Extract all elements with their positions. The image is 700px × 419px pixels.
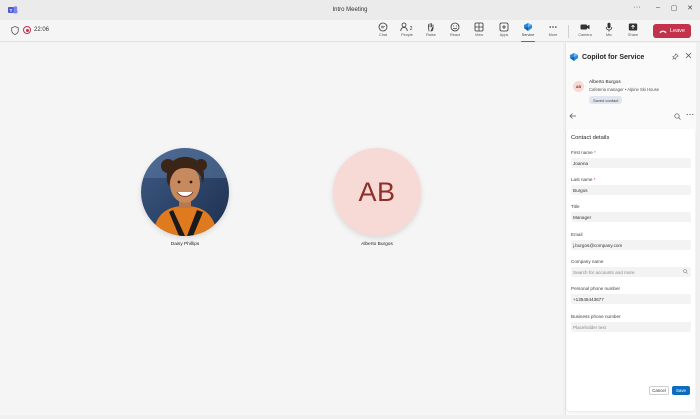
raise-label: Raise: [426, 33, 436, 37]
pin-icon[interactable]: [672, 53, 679, 60]
title-label: Title: [571, 204, 580, 209]
chat-icon: [378, 22, 388, 32]
panel-header: Copilot for Service: [566, 43, 697, 71]
personal-phone-field-group: Personal phone number +13545443677: [571, 286, 691, 304]
first-name-label: First name *: [571, 150, 596, 155]
more-options-icon[interactable]: ···: [632, 4, 642, 11]
personal-phone-input[interactable]: +13545443677: [571, 294, 691, 304]
company-name-label: Company name: [571, 259, 604, 264]
view-button[interactable]: View: [468, 22, 490, 41]
share-icon: [628, 23, 638, 31]
participant-initials-avatar: AB: [333, 148, 421, 236]
contact-summary: AB Alberto Burgos Cafeteria manager • Al…: [566, 77, 697, 107]
participant-tile-alberto[interactable]: AB Alberto Burgos: [333, 148, 421, 247]
mic-label: Mic: [606, 33, 612, 37]
first-name-input[interactable]: Joanna: [571, 158, 691, 168]
view-label: View: [474, 33, 484, 37]
title-input[interactable]: Manager: [571, 212, 691, 222]
business-phone-label: Business phone number: [571, 314, 621, 319]
people-count: 2: [410, 26, 413, 32]
people-button[interactable]: 2 People: [396, 22, 418, 41]
apps-icon: [499, 22, 509, 32]
leave-button[interactable]: Leave: [653, 24, 691, 38]
first-name-field-group: First name * Joanna: [571, 150, 691, 168]
shield-icon: [11, 26, 19, 35]
leave-label: Leave: [670, 28, 685, 34]
participant-photo-image: [141, 148, 229, 236]
company-name-placeholder: Search for accounts and more: [573, 269, 635, 275]
share-label: Share: [627, 33, 639, 37]
participant-tile-daisy[interactable]: Daisy Phillips: [141, 148, 229, 247]
maximize-icon[interactable]: ▢: [669, 4, 679, 12]
recording-icon: [23, 26, 31, 34]
people-label: People: [401, 33, 413, 37]
more-button[interactable]: More: [542, 22, 564, 41]
mic-icon: [605, 22, 613, 32]
meeting-timer: 22:06: [34, 27, 50, 33]
apps-button[interactable]: Apps: [493, 22, 515, 41]
business-phone-input[interactable]: Placeholder text: [571, 322, 691, 332]
panel-title: Copilot for Service: [582, 54, 645, 61]
last-name-input[interactable]: Burgos: [571, 185, 691, 195]
hang-up-icon: [659, 30, 667, 33]
cancel-button[interactable]: Cancel: [649, 386, 669, 395]
react-label: React: [450, 33, 460, 37]
participant-name: Alberto Burgos: [361, 242, 393, 247]
participant-photo: [141, 148, 229, 236]
last-name-label: Last name *: [571, 177, 596, 182]
minimize-icon[interactable]: –: [653, 4, 663, 11]
mic-button[interactable]: Mic: [598, 22, 620, 41]
meeting-toolbar: 22:06 Chat 2 People Raise React View App…: [0, 20, 700, 42]
title-field-group: Title Manager: [571, 204, 691, 222]
back-arrow-icon[interactable]: [569, 112, 577, 120]
save-button[interactable]: Save: [672, 386, 690, 395]
form-title: Contact details: [571, 135, 610, 141]
company-name-input[interactable]: Search for accounts and more: [571, 267, 691, 277]
react-button[interactable]: React: [444, 22, 466, 41]
personal-phone-label: Personal phone number: [571, 286, 621, 291]
raise-hand-icon: [428, 23, 434, 32]
more-label: More: [548, 33, 558, 37]
more-icon: [549, 26, 557, 28]
camera-button[interactable]: Camera: [574, 22, 596, 41]
service-label: Service: [521, 33, 535, 37]
chat-button[interactable]: Chat: [372, 22, 394, 41]
chat-label: Chat: [378, 33, 388, 37]
close-window-icon[interactable]: ✕: [685, 4, 695, 12]
email-label: Email: [571, 232, 583, 237]
copilot-side-panel: Copilot for Service AB Alberto Burgos Ca…: [565, 43, 696, 415]
service-button[interactable]: Service: [517, 22, 539, 42]
toolbar-divider: [568, 25, 569, 38]
contact-details-form: Contact details First name * Joanna Last…: [567, 129, 695, 411]
email-field-group: Email j.burgos@company.com: [571, 232, 691, 250]
contact-name: Alberto Burgos: [589, 80, 621, 85]
camera-label: Camera: [578, 33, 592, 37]
saved-contact-badge: Saved contact: [589, 96, 623, 104]
participant-name: Daisy Phillips: [170, 242, 200, 247]
camera-icon: [580, 24, 590, 30]
share-button[interactable]: Share: [622, 22, 644, 41]
apps-label: Apps: [499, 33, 509, 37]
react-icon: [450, 22, 460, 32]
business-phone-field-group: Business phone number Placeholder text: [571, 314, 691, 332]
contact-subtitle: Cafeteria manager • Alpine Ski House: [589, 87, 660, 92]
panel-nav-row: [566, 112, 697, 124]
window-title: Intro Meeting: [332, 7, 368, 13]
meeting-stage: Daisy Phillips AB Alberto Burgos: [0, 43, 563, 415]
view-icon: [474, 22, 484, 32]
company-name-field-group: Company name Search for accounts and mor…: [571, 259, 691, 277]
service-icon: [524, 23, 532, 31]
copilot-service-logo-icon: [570, 53, 578, 61]
search-icon[interactable]: [683, 269, 688, 274]
search-icon[interactable]: [674, 113, 681, 120]
last-name-field-group: Last name * Burgos: [571, 177, 691, 195]
window-title-bar: T Intro Meeting ··· – ▢ ✕: [0, 0, 700, 20]
close-panel-icon[interactable]: [685, 52, 692, 59]
more-options-icon[interactable]: [686, 111, 694, 118]
people-icon: 2: [400, 22, 413, 32]
raise-hand-button[interactable]: Raise: [420, 22, 442, 41]
email-input[interactable]: j.burgos@company.com: [571, 240, 691, 250]
contact-avatar: AB: [573, 81, 584, 92]
